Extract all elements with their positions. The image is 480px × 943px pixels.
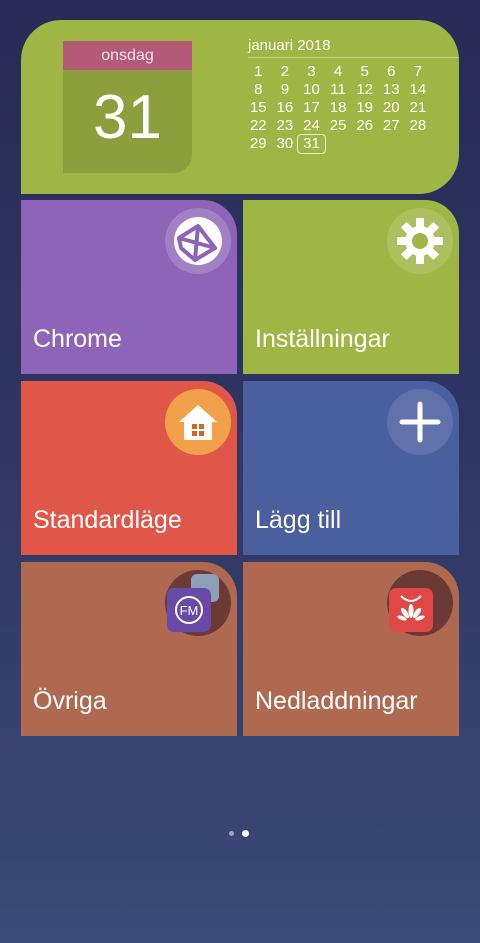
- calendar-day[interactable]: 23: [272, 117, 299, 135]
- month-divider: [248, 57, 459, 58]
- calendar-day[interactable]: 18: [325, 99, 352, 117]
- page-dot-2[interactable]: [242, 830, 249, 837]
- month-title: januari 2018: [248, 37, 331, 54]
- calendar-day[interactable]: 11: [325, 81, 352, 99]
- plus-icon: [387, 389, 453, 455]
- calendar-day[interactable]: 30: [272, 135, 299, 153]
- gear-icon: [387, 208, 453, 274]
- calendar-week-row: 1234567: [245, 63, 435, 81]
- calendar-day[interactable]: 9: [272, 81, 299, 99]
- page-indicator: [229, 830, 249, 837]
- calendar-day[interactable]: 22: [245, 117, 272, 135]
- home-icon: [165, 389, 231, 455]
- tile-label-standardlage: Standardläge: [33, 506, 182, 534]
- tile-label-chrome: Chrome: [33, 325, 122, 353]
- tile-nedladdningar[interactable]: Nedladdningar: [243, 562, 459, 736]
- calendar-day[interactable]: 10: [298, 81, 325, 99]
- calendar-day[interactable]: 5: [351, 63, 378, 81]
- tile-ovriga[interactable]: FM Övriga: [21, 562, 237, 736]
- calendar-day[interactable]: 21: [405, 99, 432, 117]
- calendar-day[interactable]: 8: [245, 81, 272, 99]
- calendar-day[interactable]: 20: [378, 99, 405, 117]
- globe-icon: [165, 208, 231, 274]
- calendar-week-row: 8 9 10 11 12 13 14: [245, 81, 435, 99]
- calendar-day[interactable]: 19: [351, 99, 378, 117]
- calendar-week-row: 22 23 24 25 26 27 28: [245, 117, 435, 135]
- svg-text:FM: FM: [180, 603, 199, 618]
- calendar-day[interactable]: 3: [298, 63, 325, 81]
- calendar-day[interactable]: 26: [351, 117, 378, 135]
- tile-chrome[interactable]: Chrome: [21, 200, 237, 374]
- tile-standardlage[interactable]: Standardläge: [21, 381, 237, 555]
- calendar-day[interactable]: 4: [325, 63, 352, 81]
- tile-add[interactable]: Lägg till: [243, 381, 459, 555]
- date-number: 31: [63, 70, 192, 173]
- calendar-day[interactable]: 7: [405, 63, 432, 81]
- tile-label-nedladdningar: Nedladdningar: [255, 687, 418, 715]
- calendar-day[interactable]: 24: [298, 117, 325, 135]
- calendar-day[interactable]: 25: [325, 117, 352, 135]
- calendar-day[interactable]: 14: [405, 81, 432, 99]
- calendar-day[interactable]: 29: [245, 135, 272, 153]
- calendar-day[interactable]: 15: [245, 99, 272, 117]
- calendar-day[interactable]: 16: [272, 99, 299, 117]
- appgallery-icon: [387, 570, 453, 636]
- page-dot-1[interactable]: [229, 831, 234, 836]
- date-block: onsdag 31: [63, 41, 192, 173]
- tile-label-settings: Inställningar: [255, 325, 390, 353]
- folder-fm-icon: FM: [165, 570, 231, 636]
- weekday-label: onsdag: [63, 41, 192, 70]
- calendar-day[interactable]: 1: [245, 63, 272, 81]
- tile-label-add: Lägg till: [255, 506, 342, 534]
- calendar-widget[interactable]: onsdag 31 januari 2018 1 2 3 4 5 6 7 8 9 10 11 12 13…: [21, 20, 459, 194]
- calendar-day[interactable]: 17: [298, 99, 325, 117]
- calendar-today[interactable]: 31: [297, 134, 326, 154]
- month-grid: 1 2 3 4 5 6 7 8 9 10 11 12 13 14 15 16 17 18 19 20 21 22 23 24 2…: [245, 63, 435, 154]
- calendar-day[interactable]: 6: [378, 63, 405, 81]
- calendar-day[interactable]: 2: [272, 63, 299, 81]
- calendar-week-row: 29 30 31: [245, 134, 435, 154]
- tile-label-ovriga: Övriga: [33, 687, 107, 715]
- calendar-day[interactable]: 28: [405, 117, 432, 135]
- calendar-day[interactable]: 13: [378, 81, 405, 99]
- calendar-day[interactable]: 12: [351, 81, 378, 99]
- calendar-day[interactable]: 27: [378, 117, 405, 135]
- calendar-week-row: 15 16 17 18 19 20 21: [245, 99, 435, 117]
- tile-settings[interactable]: Inställningar: [243, 200, 459, 374]
